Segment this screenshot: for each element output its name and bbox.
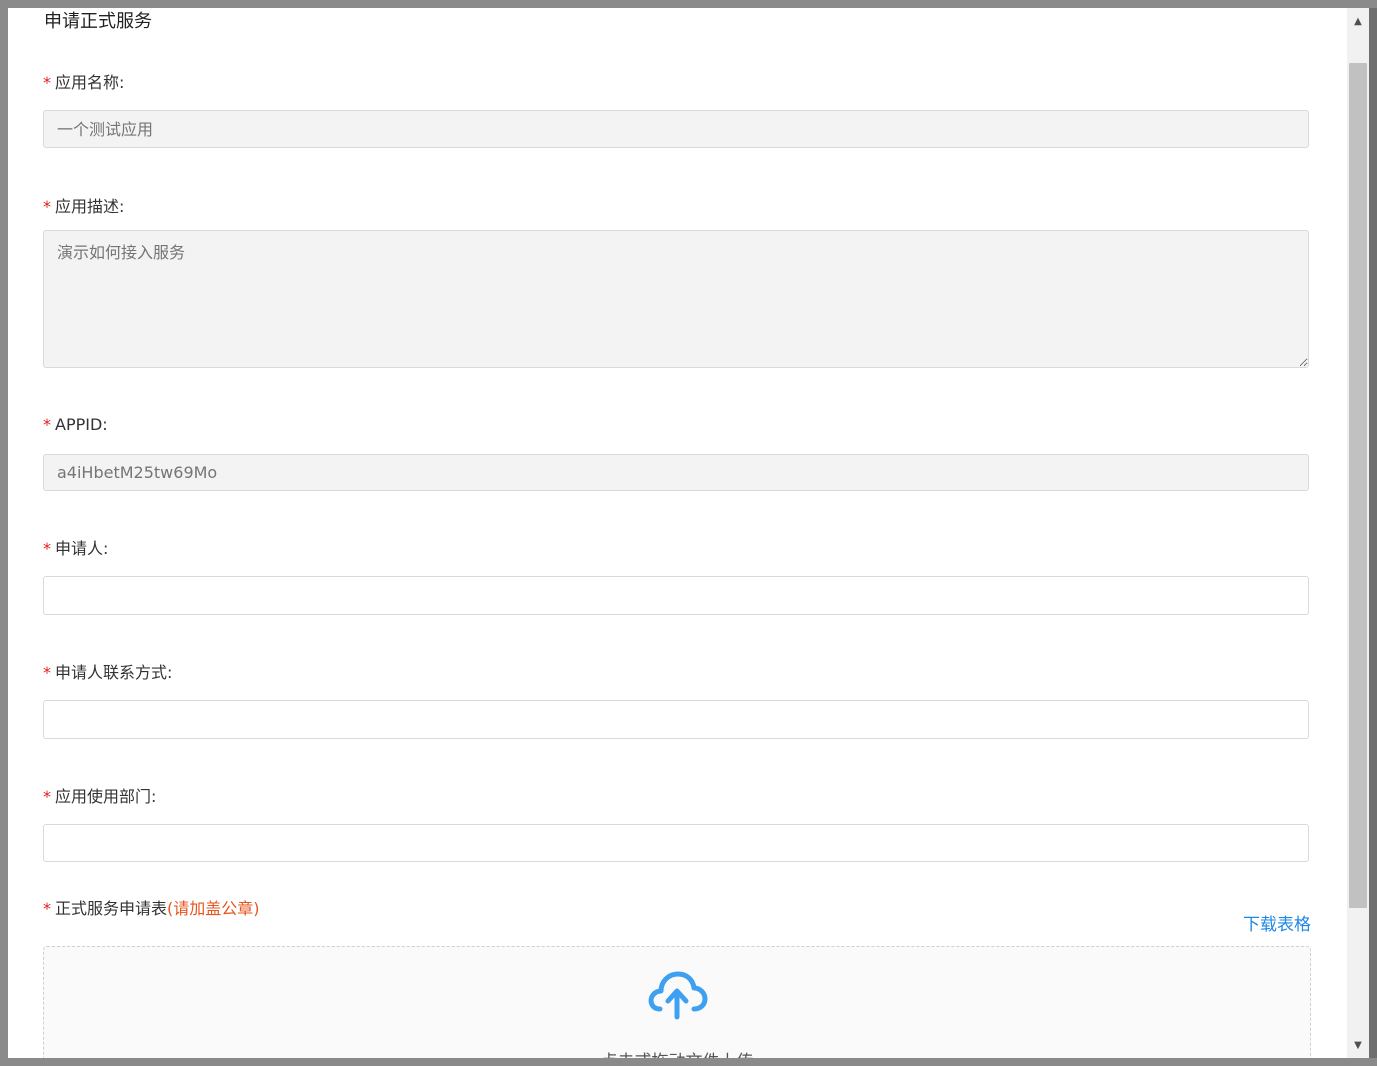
stamp-note: (请加盖公章)	[167, 899, 260, 918]
required-mark: *	[43, 663, 51, 682]
department-input[interactable]	[43, 824, 1309, 862]
required-mark: *	[43, 899, 51, 918]
apply-service-modal: 申请正式服务 *应用名称: *应用描述: *APPID: *申请人: *申请人联…	[8, 8, 1347, 1058]
department-label-text: 应用使用部门:	[55, 787, 157, 806]
app-name-label-text: 应用名称:	[55, 73, 125, 92]
triangle-down-icon[interactable]: ▼	[1347, 1034, 1369, 1056]
department-label: * 应用使用部门:	[43, 786, 156, 808]
cloud-upload-icon	[648, 971, 708, 1020]
applicant-label-text: 申请人:	[55, 539, 109, 558]
app-desc-label: * 应用描述:	[43, 196, 124, 218]
modal-scrollbar[interactable]: ▲ ▼	[1347, 8, 1369, 1058]
upload-hint-text: 点击或拖动文件上传	[44, 1047, 1310, 1058]
applicant-contact-label: * 申请人联系方式:	[43, 662, 172, 684]
required-mark: *	[43, 197, 51, 216]
required-mark: *	[43, 787, 51, 806]
scroll-thumb[interactable]	[1349, 63, 1367, 908]
appid-input[interactable]	[43, 454, 1309, 491]
applicant-contact-input[interactable]	[43, 700, 1309, 739]
applicant-input[interactable]	[43, 576, 1309, 615]
applicant-contact-label-text: 申请人联系方式:	[55, 663, 173, 682]
appid-label: * APPID:	[43, 414, 108, 436]
application-form-label-text: 正式服务申请表	[55, 899, 168, 918]
appid-label-text: APPID:	[55, 415, 108, 434]
file-upload-dropzone[interactable]: 点击或拖动文件上传	[43, 946, 1311, 1058]
app-name-label: * 应用名称:	[43, 72, 124, 94]
required-mark: *	[43, 415, 51, 434]
background-page-edge	[1369, 8, 1377, 1058]
download-form-link[interactable]: 下载表格	[1243, 910, 1311, 935]
applicant-label: * 申请人:	[43, 538, 108, 560]
app-desc-label-text: 应用描述:	[55, 197, 125, 216]
required-mark: *	[43, 539, 51, 558]
modal-title: 申请正式服务	[44, 11, 152, 32]
app-name-input[interactable]	[43, 110, 1309, 148]
required-mark: *	[43, 73, 51, 92]
application-form-label: * 正式服务申请表(请加盖公章)	[43, 898, 260, 920]
app-desc-textarea[interactable]	[43, 230, 1309, 368]
triangle-up-icon[interactable]: ▲	[1347, 10, 1369, 32]
